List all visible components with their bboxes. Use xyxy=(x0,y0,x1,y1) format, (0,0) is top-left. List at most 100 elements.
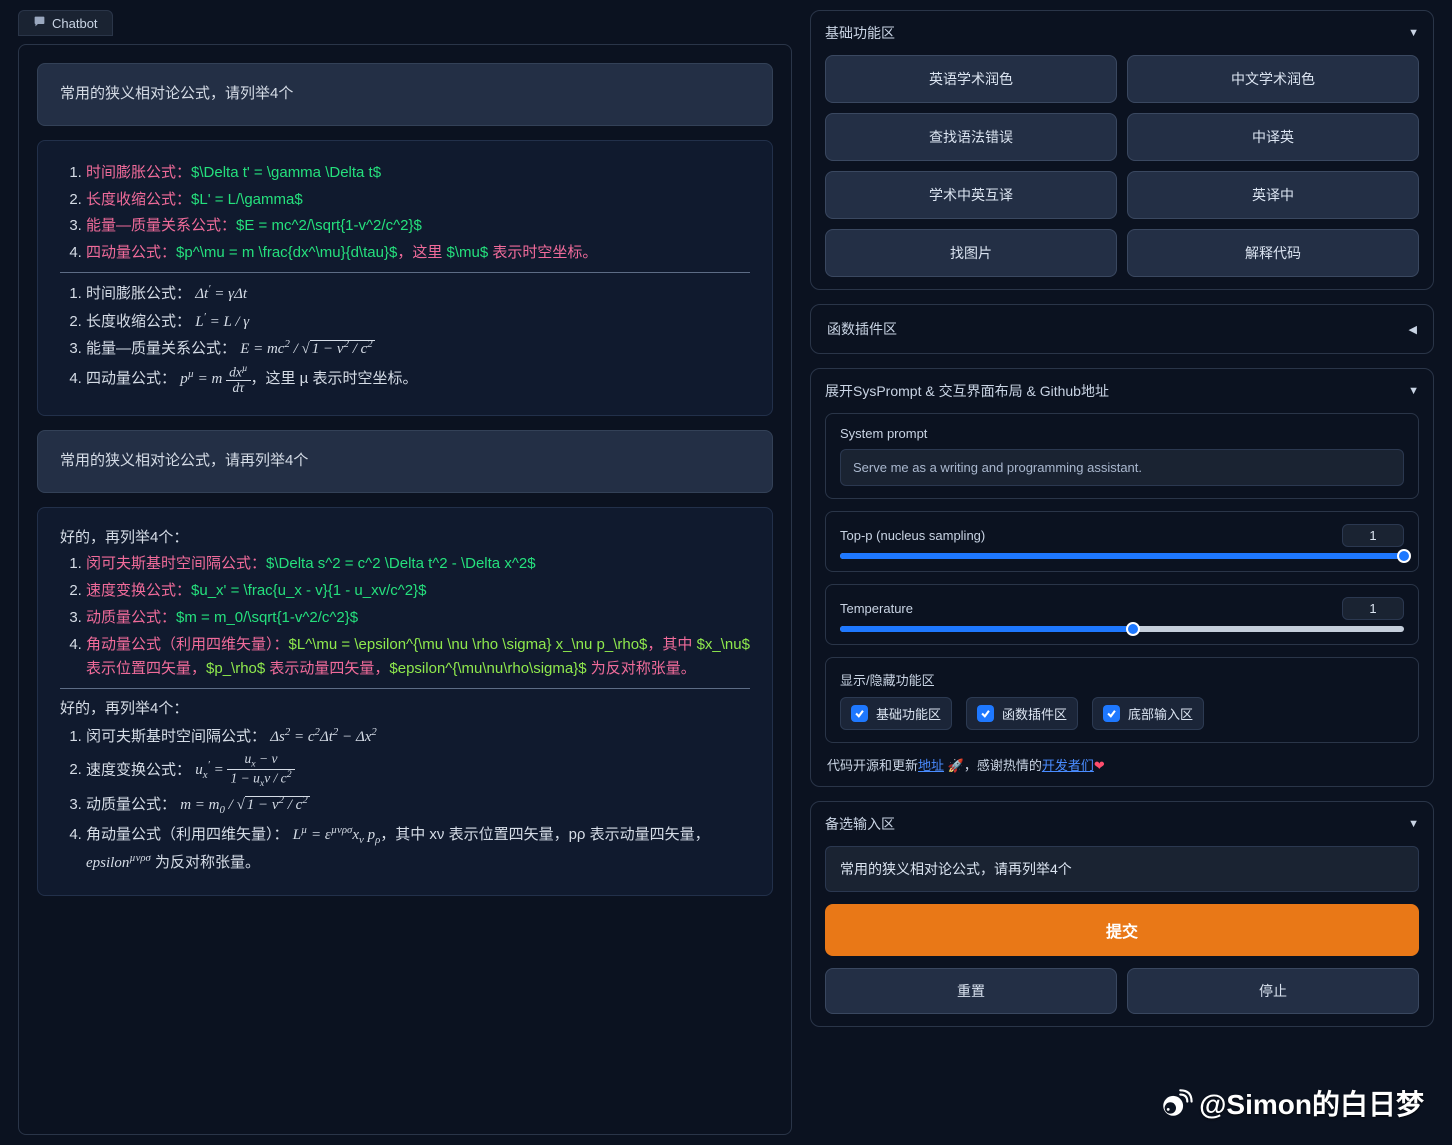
panel-input: 备选输入区 ▼ 常用的狭义相对论公式，请再列举4个 提交 重置 停止 xyxy=(810,801,1434,1027)
math: m = m0 / √1 − v2 / c2 xyxy=(180,797,310,813)
user-text: 常用的狭义相对论公式，请列举4个 xyxy=(60,85,293,102)
panel-plugins: 函数插件区 ◀ xyxy=(810,304,1434,354)
panel-header-config[interactable]: 展开SysPrompt & 交互界面布局 & Github地址 ▼ xyxy=(825,381,1419,401)
text: 代码开源和更新 xyxy=(827,758,918,773)
latex-text: $\Delta s^2 = c^2 \Delta t^2 - \Delta x^… xyxy=(266,555,536,572)
list-label: 速度变换公式： xyxy=(86,761,191,778)
divider xyxy=(60,272,750,273)
list-label: 能量—质量关系公式： xyxy=(86,217,236,234)
btn-find-grammar[interactable]: 查找语法错误 xyxy=(825,113,1117,161)
rocket-icon: 🚀 xyxy=(948,758,964,773)
sysprompt-input[interactable]: Serve me as a writing and programming as… xyxy=(840,449,1404,486)
divider xyxy=(60,688,750,689)
check-bottom-input[interactable]: 底部输入区 xyxy=(1092,697,1204,730)
weibo-icon xyxy=(1159,1086,1193,1120)
panel-header-basic[interactable]: 基础功能区 ▼ xyxy=(825,23,1419,43)
btn-chinese-polish[interactable]: 中文学术润色 xyxy=(1127,55,1419,103)
btn-en-to-zh[interactable]: 英译中 xyxy=(1127,171,1419,219)
check-label: 底部输入区 xyxy=(1128,704,1193,723)
text: 表示位置四矢量， xyxy=(86,660,206,677)
answer-head: 好的，再列举4个： xyxy=(60,697,750,722)
list-label: 长度收缩公式： xyxy=(86,191,191,208)
heart-icon: ❤ xyxy=(1094,758,1105,773)
math: Lµ = εµνρσxν pρ xyxy=(293,827,381,843)
btn-academic-translate[interactable]: 学术中英互译 xyxy=(825,171,1117,219)
tab-bar: Chatbot xyxy=(18,10,792,36)
math: epsilonµνρσ xyxy=(86,855,151,871)
panel-header-input[interactable]: 备选输入区 ▼ xyxy=(825,814,1419,834)
btn-explain-code[interactable]: 解释代码 xyxy=(1127,229,1419,277)
credits-line: 代码开源和更新地址 🚀，感谢热情的开发者们❤ xyxy=(825,755,1419,774)
temperature-label: Temperature xyxy=(840,601,913,616)
text: ，这里 xyxy=(397,244,446,261)
chevron-down-icon: ▼ xyxy=(1408,385,1419,397)
link-repo[interactable]: 地址 xyxy=(918,758,944,773)
math: Δs2 = c2Δt2 − Δx2 xyxy=(270,729,377,745)
sysprompt-label: System prompt xyxy=(840,426,1404,441)
topp-value[interactable]: 1 xyxy=(1342,524,1404,547)
math: L′ = L / γ xyxy=(195,314,249,330)
math: E = mc2 / √1 − v2 / c2 xyxy=(240,341,375,357)
btn-english-polish[interactable]: 英语学术润色 xyxy=(825,55,1117,103)
math: ux′ = ux − v1 − uxv / c2 xyxy=(195,762,294,778)
chevron-down-icon: ▼ xyxy=(1408,27,1419,39)
watermark-text: @Simon的白日梦 xyxy=(1199,1083,1424,1123)
topp-slider-block: Top-p (nucleus sampling) 1 xyxy=(825,511,1419,572)
panel-title: 函数插件区 xyxy=(827,319,897,339)
input-button-row: 重置 停止 xyxy=(825,968,1419,1014)
link-devs[interactable]: 开发者们 xyxy=(1042,758,1094,773)
answer-rendered-list: 时间膨胀公式： Δt′ = γΔt 长度收缩公式： L′ = L / γ 能量—… xyxy=(60,281,750,395)
check-plugins[interactable]: 函数插件区 xyxy=(966,697,1078,730)
latex-text: $p_\rho$ xyxy=(206,660,265,677)
topp-slider[interactable] xyxy=(840,553,1404,559)
check-basic[interactable]: 基础功能区 xyxy=(840,697,952,730)
sysprompt-block: System prompt Serve me as a writing and … xyxy=(825,413,1419,499)
math: pµ = m dxµdτ xyxy=(180,371,250,387)
latex-text: $p^\mu = m \frac{dx^\mu}{d\tau}$ xyxy=(176,244,397,261)
list-label: 动质量公式： xyxy=(86,796,176,813)
check-label: 基础功能区 xyxy=(876,704,941,723)
math: Δt′ = γΔt xyxy=(195,286,247,302)
btn-find-image[interactable]: 找图片 xyxy=(825,229,1117,277)
panel-config: 展开SysPrompt & 交互界面布局 & Github地址 ▼ System… xyxy=(810,368,1434,787)
user-message: 常用的狭义相对论公式，请列举4个 xyxy=(37,63,773,126)
topp-label: Top-p (nucleus sampling) xyxy=(840,528,985,543)
temperature-value[interactable]: 1 xyxy=(1342,597,1404,620)
checkbox-icon xyxy=(851,705,868,722)
list-label: 四动量公式： xyxy=(86,244,176,261)
panel-title: 基础功能区 xyxy=(825,23,895,43)
tab-chatbot[interactable]: Chatbot xyxy=(18,10,113,36)
check-label: 函数插件区 xyxy=(1002,704,1067,723)
prompt-input[interactable]: 常用的狭义相对论公式，请再列举4个 xyxy=(825,846,1419,892)
list-label: 速度变换公式： xyxy=(86,582,191,599)
assistant-message: 时间膨胀公式：$\Delta t' = \gamma \Delta t$ 长度收… xyxy=(37,140,773,416)
temperature-slider-block: Temperature 1 xyxy=(825,584,1419,645)
temperature-slider[interactable] xyxy=(840,626,1404,632)
btn-zh-to-en[interactable]: 中译英 xyxy=(1127,113,1419,161)
panel-header-plugins[interactable]: 函数插件区 ◀ xyxy=(827,319,1417,339)
chat-body: 常用的狭义相对论公式，请列举4个 时间膨胀公式：$\Delta t' = \ga… xyxy=(18,44,792,1135)
sidebar: 基础功能区 ▼ 英语学术润色 中文学术润色 查找语法错误 中译英 学术中英互译 … xyxy=(810,0,1452,1145)
visibility-checks: 基础功能区 函数插件区 底部输入区 xyxy=(840,697,1404,730)
latex-text: $epsilon^{\mu\nu\rho\sigma}$ xyxy=(389,660,586,677)
list-label: 能量—质量关系公式： xyxy=(86,340,236,357)
text: 表示时空坐标。 xyxy=(488,244,597,261)
checkbox-icon xyxy=(977,705,994,722)
text: ，感谢热情的 xyxy=(964,758,1042,773)
reset-button[interactable]: 重置 xyxy=(825,968,1117,1014)
stop-button[interactable]: 停止 xyxy=(1127,968,1419,1014)
assistant-message: 好的，再列举4个： 闵可夫斯基时空间隔公式：$\Delta s^2 = c^2 … xyxy=(37,507,773,897)
answer-head: 好的，再列举4个： xyxy=(60,526,750,551)
function-buttons: 英语学术润色 中文学术润色 查找语法错误 中译英 学术中英互译 英译中 找图片 … xyxy=(825,55,1419,277)
visibility-block: 显示/隐藏功能区 基础功能区 函数插件区 底部输入区 xyxy=(825,657,1419,743)
text: 表示动量四矢量， xyxy=(265,660,389,677)
latex-text: $L^\mu = \epsilon^{\mu \nu \rho \sigma} … xyxy=(289,636,648,653)
latex-text: $\Delta t' = \gamma \Delta t$ xyxy=(191,164,381,181)
list-label: 闵可夫斯基时空间隔公式： xyxy=(86,728,266,745)
latex-text: $\mu$ xyxy=(446,244,488,261)
user-message: 常用的狭义相对论公式，请再列举4个 xyxy=(37,430,773,493)
list-label: 闵可夫斯基时空间隔公式： xyxy=(86,555,266,572)
submit-button[interactable]: 提交 xyxy=(825,904,1419,956)
chevron-left-icon: ◀ xyxy=(1409,323,1417,336)
latex-text: $m = m_0/\sqrt{1-v^2/c^2}$ xyxy=(176,609,358,626)
